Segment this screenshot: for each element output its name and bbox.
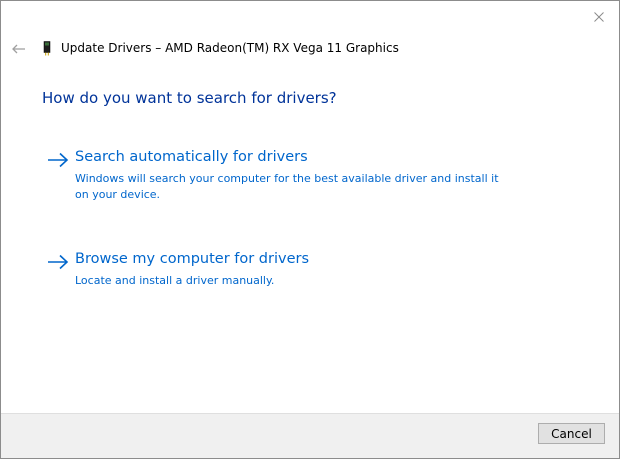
close-icon (594, 7, 604, 26)
close-button[interactable] (585, 5, 613, 27)
cancel-button[interactable]: Cancel (538, 423, 605, 444)
search-automatically-description: Windows will search your computer for th… (75, 172, 499, 201)
browse-computer-title[interactable]: Browse my computer for drivers (75, 251, 309, 267)
right-arrow-icon (47, 152, 69, 168)
right-arrow-icon (47, 254, 69, 270)
search-automatically-title[interactable]: Search automatically for drivers (75, 149, 308, 165)
display-adapter-icon (41, 40, 53, 56)
update-drivers-dialog: Update Drivers – AMD Radeon(TM) RX Vega … (0, 0, 620, 459)
dialog-footer: Cancel (1, 413, 619, 458)
browse-computer-description: Locate and install a driver manually. (75, 274, 275, 287)
back-arrow-icon (12, 39, 26, 58)
dialog-title-bar: Update Drivers – AMD Radeon(TM) RX Vega … (41, 39, 399, 57)
dialog-title: Update Drivers – AMD Radeon(TM) RX Vega … (61, 41, 399, 55)
back-button[interactable] (9, 38, 29, 58)
page-heading: How do you want to search for drivers? (42, 89, 337, 107)
